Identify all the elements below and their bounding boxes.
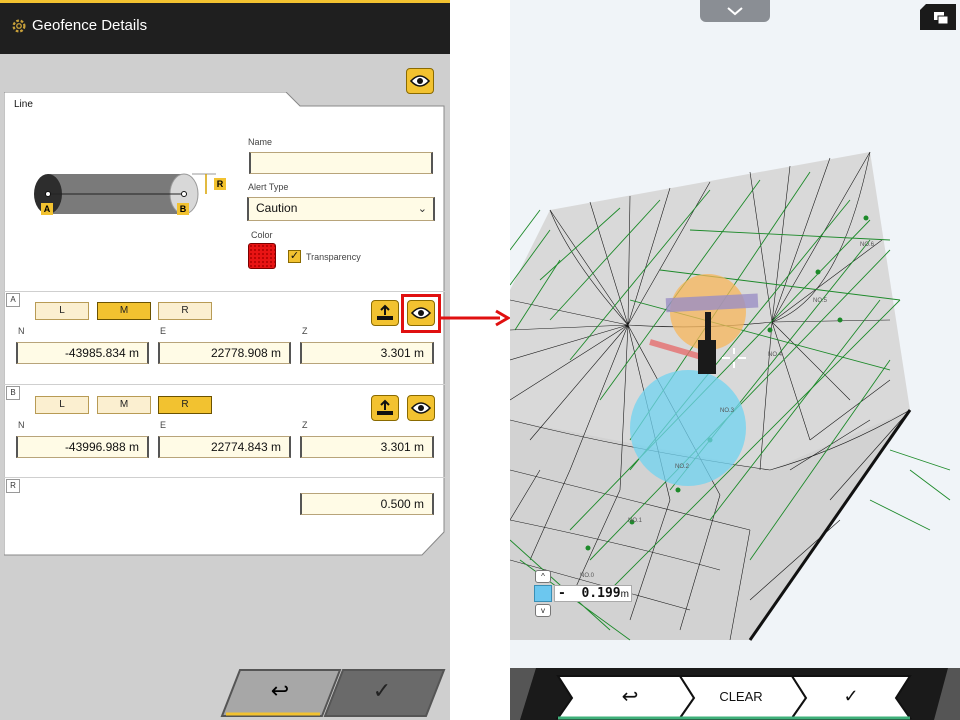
map-view[interactable]: NO.6 NO.5 NO.4 NO.3 NO.2 NO.1 NO.0 ^ - 0… (510, 0, 960, 720)
clear-button[interactable]: CLEAR (696, 676, 786, 716)
station-label: NO.1 (628, 518, 643, 524)
check-icon: ✓ (843, 685, 859, 706)
station-label: NO.5 (813, 298, 828, 304)
section-a-left-button[interactable]: L (35, 302, 89, 320)
section-b-right-button[interactable]: R (158, 396, 212, 414)
alert-type-select[interactable]: Caution ⌄ (247, 197, 435, 221)
section-b-left-button[interactable]: L (35, 396, 89, 414)
check-icon: ✓ (372, 678, 392, 703)
section-b-n-label: N (18, 420, 25, 430)
section-b-middle-button[interactable]: M (97, 396, 151, 414)
elevation-control: ^ - 0.199m v (534, 570, 644, 620)
section-a-middle-button[interactable]: M (97, 302, 151, 320)
station-label: NO.3 (720, 408, 735, 414)
section-b-get-position-button[interactable] (371, 395, 399, 421)
tab-line[interactable]: Line (14, 99, 33, 110)
radius-field[interactable]: 0.500 m (300, 493, 434, 515)
section-a-z-label: Z (302, 326, 308, 336)
map-confirm-button[interactable]: ✓ (806, 676, 896, 716)
machine-position-icon (377, 399, 393, 415)
elevation-up-button[interactable]: ^ (535, 570, 551, 583)
section-b-e-label: E (160, 420, 167, 430)
title-bar: Geofence Details (0, 0, 450, 54)
transparency-checkbox[interactable]: ✓ (288, 250, 301, 263)
station-label: NO.4 (768, 352, 783, 358)
divider (4, 291, 446, 292)
map-back-button[interactable]: ↩ (580, 676, 680, 716)
elevation-readout: - 0.199m (554, 585, 632, 602)
section-b-tag: B (6, 386, 20, 400)
divider (4, 477, 446, 478)
section-b-e-field[interactable]: 22774.843 m (158, 436, 291, 458)
divider (4, 384, 446, 385)
section-a-n-field[interactable]: -43985.834 m (16, 342, 149, 364)
alert-type-value: Caution (256, 201, 298, 215)
section-a-e-field[interactable]: 22778.908 m (158, 342, 291, 364)
section-b-n-field[interactable]: -43996.988 m (16, 436, 149, 458)
name-field[interactable] (249, 152, 433, 174)
return-icon: ↩ (621, 685, 639, 708)
confirm-button[interactable]: ✓ (330, 669, 434, 713)
section-a-tag: A (6, 293, 20, 307)
alert-type-label: Alert Type (248, 182, 289, 192)
clear-label: CLEAR (719, 688, 763, 704)
radius-marker: R (214, 178, 226, 190)
machine-position-icon (377, 304, 393, 320)
station-label: NO.2 (675, 464, 690, 470)
eye-icon (411, 402, 431, 414)
station-label: NO.6 (860, 242, 875, 248)
back-button[interactable]: ↩ (228, 669, 332, 713)
section-r-tag: R (6, 479, 20, 493)
section-a-n-label: N (18, 326, 25, 336)
return-icon: ↩ (270, 678, 290, 703)
page-title: Geofence Details (32, 17, 148, 34)
collapse-toggle-button[interactable] (700, 0, 770, 22)
geofence-details-panel: Geofence Details Line A B R Name Alert T… (0, 0, 450, 720)
name-label: Name (248, 137, 273, 147)
section-b-z-label: Z (302, 420, 308, 430)
point-a-marker: A (41, 203, 53, 215)
section-a-right-button[interactable]: R (158, 302, 212, 320)
pointer-arrow (440, 309, 511, 327)
color-label: Color (251, 230, 273, 240)
transparency-label: Transparency (306, 252, 361, 262)
section-a-get-position-button[interactable] (371, 300, 399, 326)
point-b-marker: B (177, 203, 189, 215)
section-b-eye-button[interactable] (407, 395, 435, 421)
elevation-down-button[interactable]: v (535, 604, 551, 617)
show-all-eye-button[interactable] (406, 68, 434, 94)
view-mode-button[interactable] (920, 4, 956, 30)
cylinder-diagram (34, 173, 216, 215)
section-a-e-label: E (160, 326, 167, 336)
chevron-down-icon: ⌄ (417, 203, 427, 215)
chevron-down-icon (727, 7, 743, 16)
eye-icon (410, 75, 430, 87)
color-swatch[interactable] (248, 243, 276, 269)
machine-icon (698, 340, 716, 374)
section-b-z-field[interactable]: 3.301 m (300, 436, 434, 458)
elevation-offset-icon (534, 585, 552, 602)
gear-icon (12, 19, 26, 33)
section-a-z-field[interactable]: 3.301 m (300, 342, 434, 364)
